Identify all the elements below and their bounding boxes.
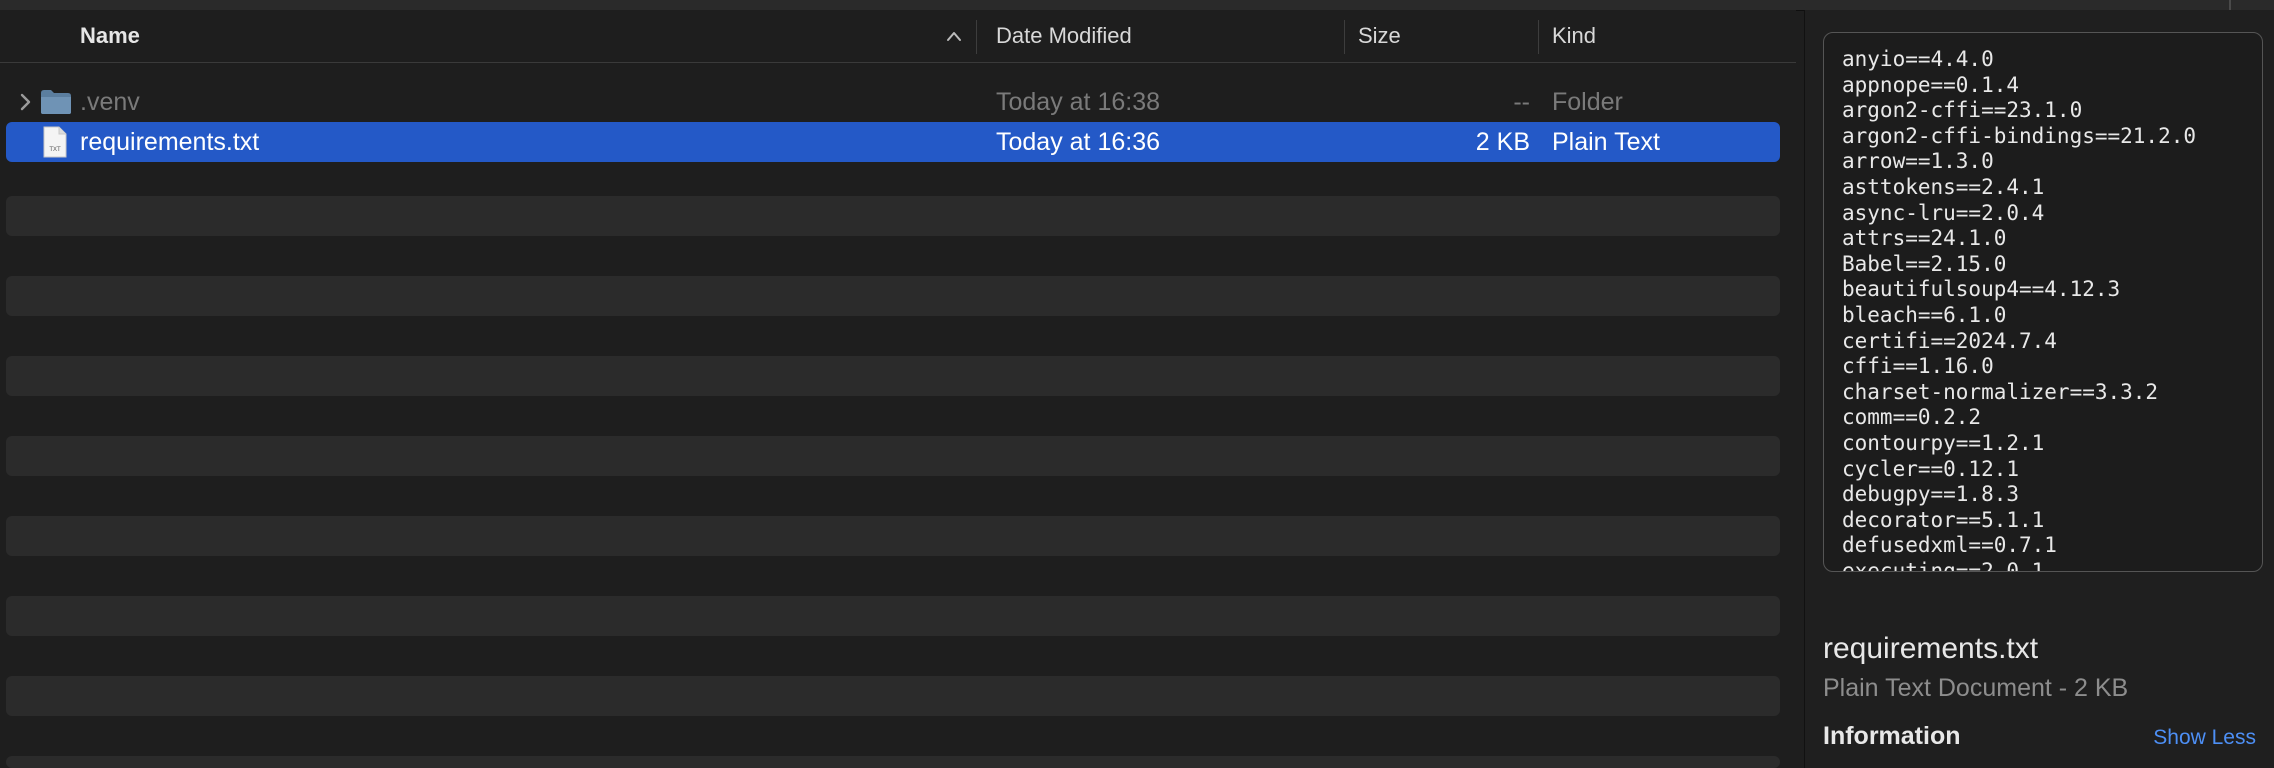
information-heading: Information <box>1823 722 1961 750</box>
file-name: requirements.txt <box>80 127 260 156</box>
folder-icon <box>41 90 71 114</box>
file-row-venv[interactable]: .venv Today at 16:38 -- Folder <box>6 82 1780 122</box>
empty-row <box>6 276 1780 316</box>
file-date-modified: Today at 16:38 <box>996 87 1161 116</box>
preview-file-description: Plain Text Document - 2 KB <box>1823 674 2129 702</box>
file-size: 2 KB <box>1475 127 1530 156</box>
show-less-button[interactable]: Show Less <box>2153 726 2256 750</box>
preview-line: contourpy==1.2.1 <box>1842 430 2045 455</box>
pane-divider-mark <box>2229 0 2231 10</box>
preview-line: Babel==2.15.0 <box>1842 251 2007 276</box>
preview-pane: anyio==4.4.0 appnope==0.1.4 argon2-cffi=… <box>1804 10 2274 768</box>
preview-text: anyio==4.4.0 appnope==0.1.4 argon2-cffi=… <box>1842 47 2197 572</box>
file-kind: Folder <box>1552 87 1623 116</box>
column-header-kind[interactable]: Kind <box>1552 10 1782 62</box>
empty-row <box>6 756 1780 768</box>
column-header: Name Date Modified Size Kind <box>0 10 1796 63</box>
preview-line: bleach==6.1.0 <box>1842 302 2007 327</box>
column-header-name[interactable]: Name <box>80 10 980 62</box>
empty-row <box>6 196 1780 236</box>
column-separator[interactable] <box>1538 20 1539 54</box>
column-separator[interactable] <box>976 20 977 54</box>
preview-line: decorator==5.1.1 <box>1842 507 2045 532</box>
sort-ascending-chevron-icon[interactable] <box>946 30 962 42</box>
empty-row <box>6 596 1780 636</box>
preview-line: arrow==1.3.0 <box>1842 149 1994 174</box>
file-name: .venv <box>80 87 140 116</box>
preview-line: appnope==0.1.4 <box>1842 72 2020 97</box>
column-header-size[interactable]: Size <box>1358 10 1528 62</box>
preview-line: charset-normalizer==3.3.2 <box>1842 379 2159 404</box>
empty-row <box>6 516 1780 556</box>
preview-file-name: requirements.txt <box>1823 632 2039 665</box>
preview-line: argon2-cffi-bindings==21.2.0 <box>1842 123 2197 148</box>
preview-line: certifi==2024.7.4 <box>1842 328 2057 353</box>
empty-row <box>6 676 1780 716</box>
preview-line: async-lru==2.0.4 <box>1842 200 2045 225</box>
empty-row <box>6 436 1780 476</box>
empty-row <box>6 356 1780 396</box>
file-size: -- <box>1513 87 1530 116</box>
svg-text:TXT: TXT <box>49 147 61 153</box>
preview-line: argon2-cffi==23.1.0 <box>1842 98 2083 123</box>
file-date-modified: Today at 16:36 <box>996 127 1161 156</box>
file-row-requirements-txt[interactable]: TXT requirements.txt Today at 16:36 2 KB… <box>6 122 1780 162</box>
finder-window: Name Date Modified Size Kind .venv Today… <box>0 0 2274 768</box>
preview-line: cffi==1.16.0 <box>1842 354 1994 379</box>
text-file-icon: TXT <box>43 126 67 158</box>
preview-line: defusedxml==0.7.1 <box>1842 533 2057 558</box>
file-preview[interactable]: anyio==4.4.0 appnope==0.1.4 argon2-cffi=… <box>1823 32 2263 572</box>
preview-line: debugpy==1.8.3 <box>1842 482 2020 507</box>
file-list-pane: Name Date Modified Size Kind .venv Today… <box>0 10 1796 768</box>
preview-line: anyio==4.4.0 <box>1842 47 1994 71</box>
disclosure-chevron-right-icon[interactable] <box>18 92 34 112</box>
preview-line: attrs==24.1.0 <box>1842 226 2007 251</box>
preview-line: comm==0.2.2 <box>1842 405 1982 430</box>
file-kind: Plain Text <box>1552 127 1660 156</box>
column-header-date-modified[interactable]: Date Modified <box>996 10 1326 62</box>
column-separator[interactable] <box>1344 20 1345 54</box>
preview-line: asttokens==2.4.1 <box>1842 174 2045 199</box>
preview-line: executing==2.0.1 <box>1842 558 2045 572</box>
preview-line: cycler==0.12.1 <box>1842 456 2020 481</box>
preview-line: beautifulsoup4==4.12.3 <box>1842 277 2121 302</box>
